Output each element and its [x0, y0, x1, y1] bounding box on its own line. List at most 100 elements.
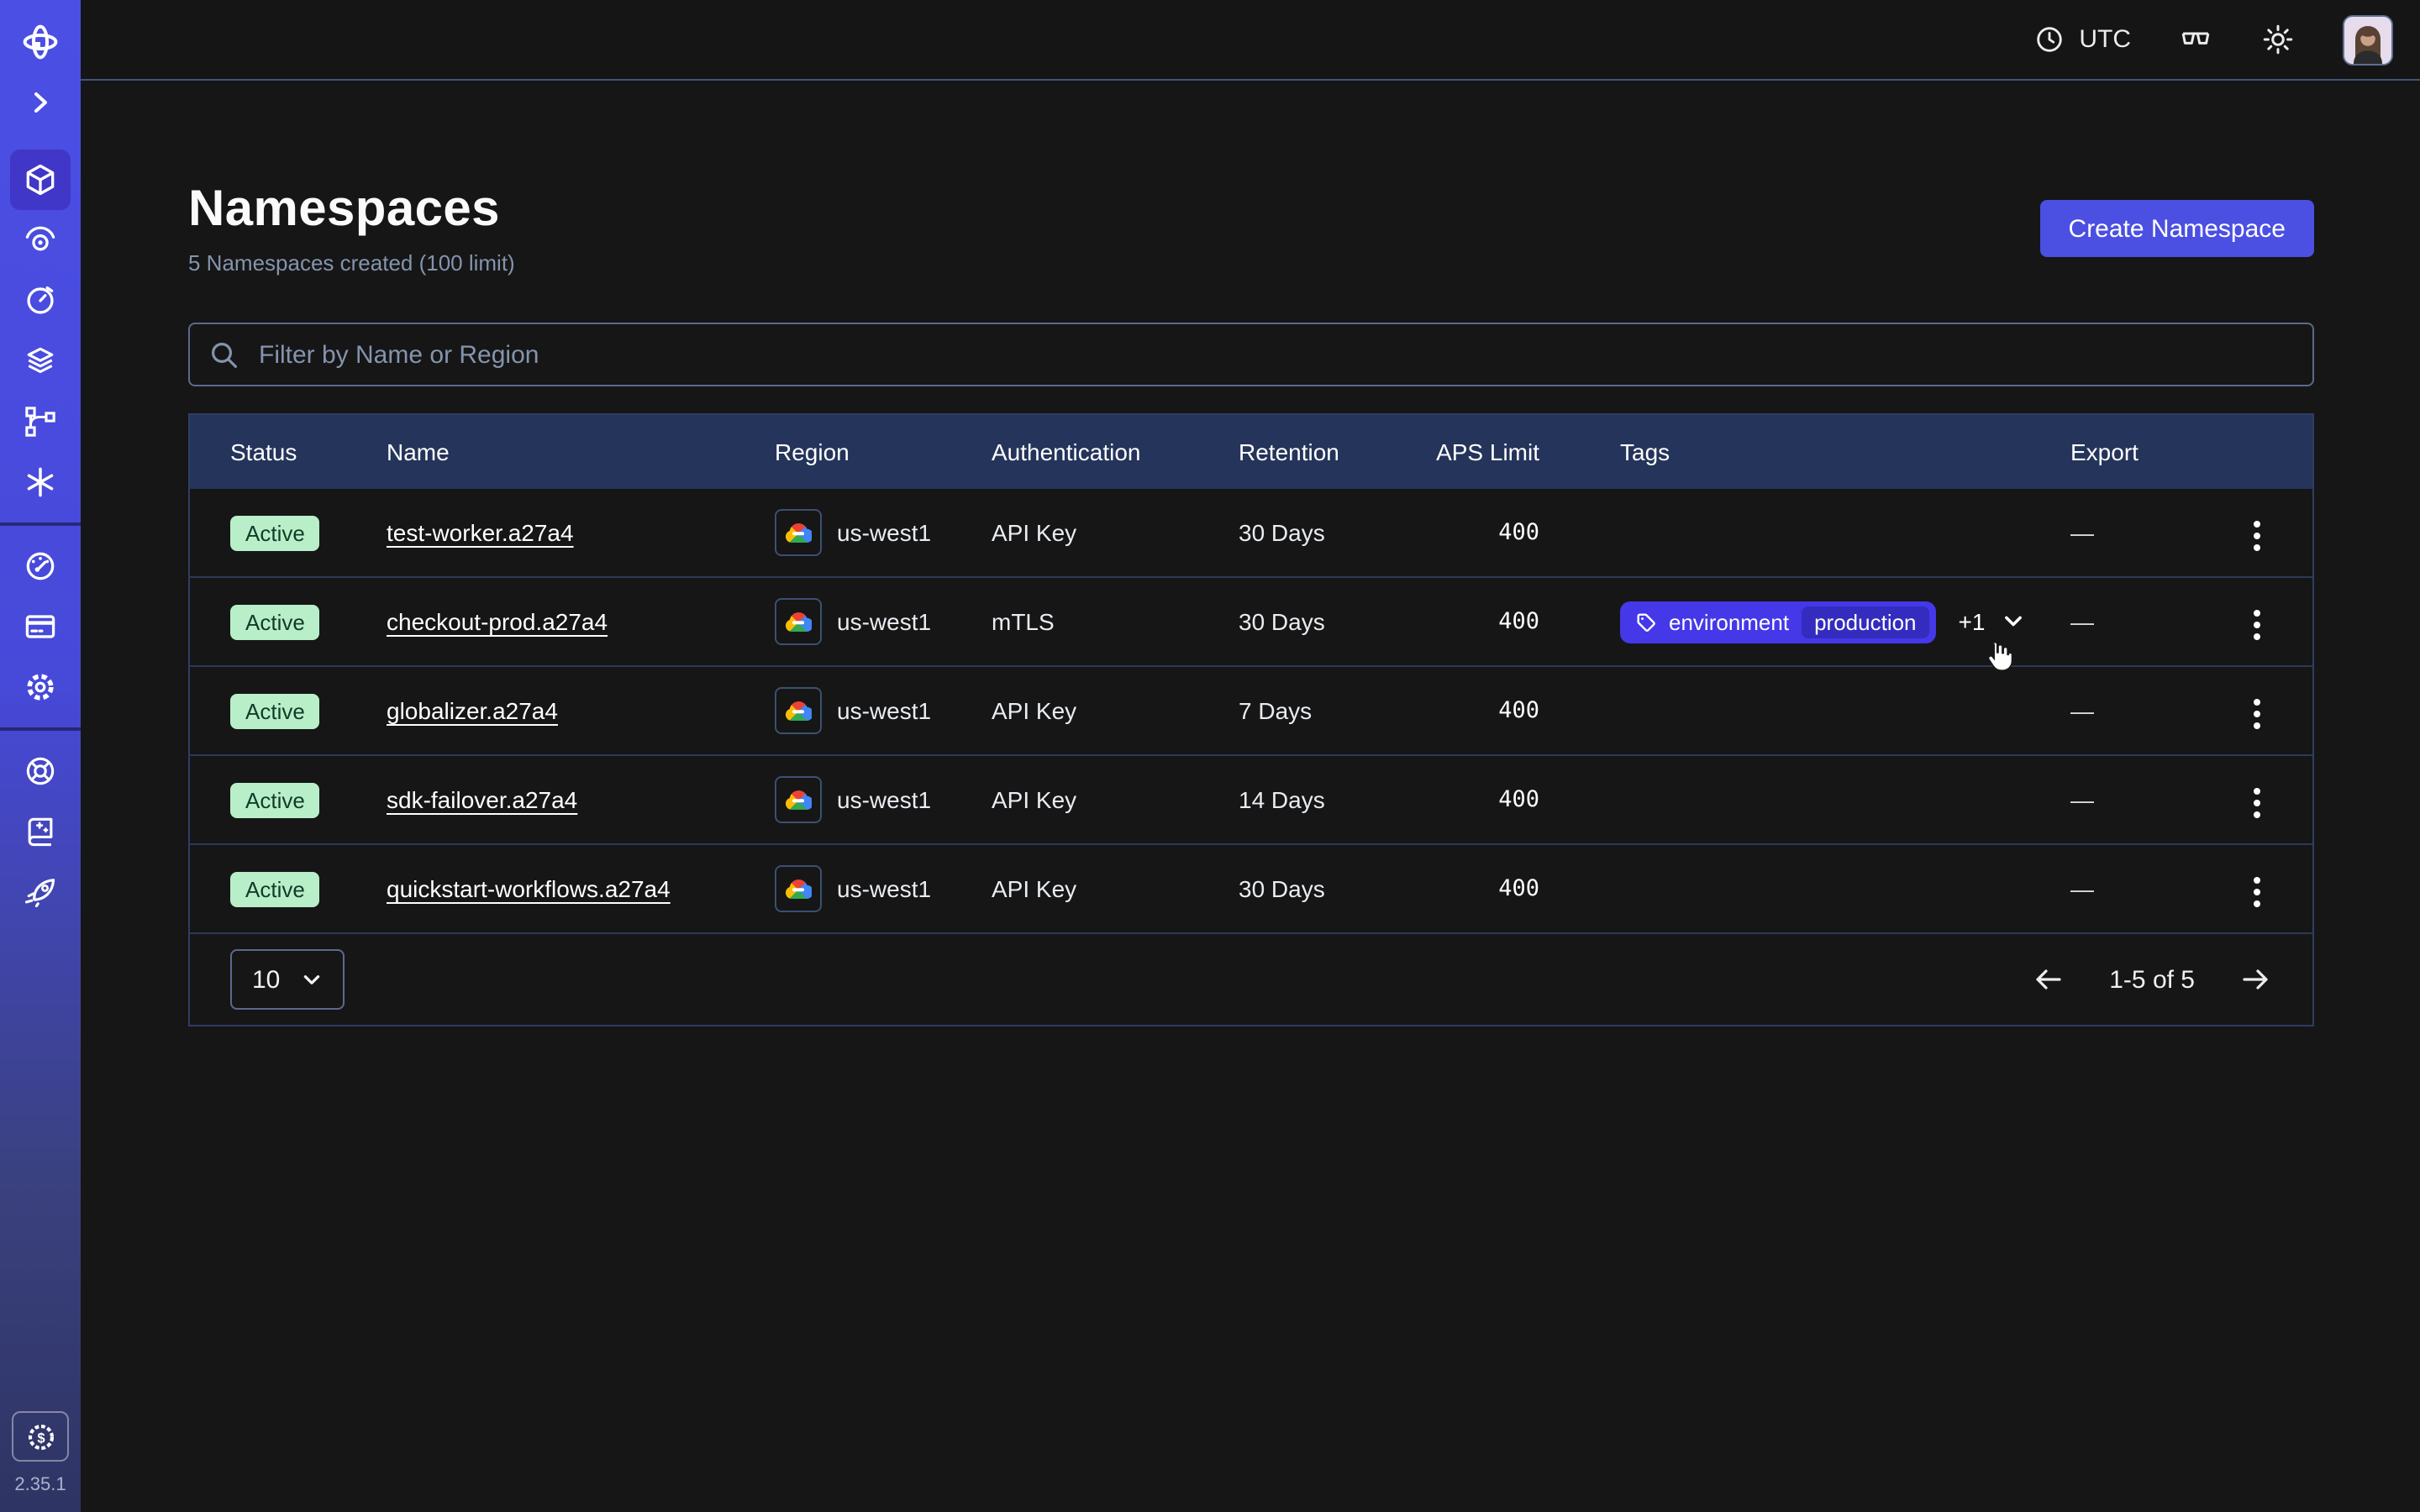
- view-preferences-button[interactable]: [2178, 22, 2213, 57]
- filter-bar: [188, 323, 2314, 386]
- cell-name: quickstart-workflows.a27a4: [387, 875, 775, 902]
- user-avatar[interactable]: [2343, 14, 2393, 65]
- region-label: us-west1: [837, 786, 931, 813]
- column-header-tags: Tags: [1539, 438, 2070, 465]
- main-content: Namespaces 5 Namespaces created (100 lim…: [81, 81, 2420, 1512]
- create-namespace-button[interactable]: Create Namespace: [2040, 200, 2314, 257]
- sidebar-item-usage[interactable]: [10, 536, 71, 596]
- tag-value: production: [1801, 606, 1929, 638]
- page-range-label: 1-5 of 5: [2109, 965, 2195, 994]
- cell-actions: [2242, 506, 2272, 559]
- cell-region: us-west1: [775, 598, 992, 645]
- status-badge: Active: [230, 782, 320, 817]
- cell-export: —: [2070, 519, 2242, 546]
- row-actions-kebab[interactable]: [2242, 601, 2272, 648]
- row-actions-kebab[interactable]: [2242, 780, 2272, 827]
- cell-name: globalizer.a27a4: [387, 697, 775, 724]
- screen: $ 2.35.1 UTC: [0, 0, 2420, 1512]
- rocket-icon: [22, 874, 59, 911]
- sidebar-item-deployments[interactable]: [10, 331, 71, 391]
- gear-icon: [22, 669, 59, 706]
- row-actions-kebab[interactable]: [2242, 869, 2272, 916]
- row-actions-kebab[interactable]: [2242, 690, 2272, 738]
- timezone-selector[interactable]: UTC: [2033, 24, 2131, 55]
- sidebar-item-billing[interactable]: [10, 596, 71, 657]
- tags-expand-button[interactable]: [2002, 610, 2025, 633]
- layers-icon: [22, 343, 59, 380]
- credit-card-icon: [22, 608, 59, 645]
- namespace-link[interactable]: globalizer.a27a4: [387, 697, 558, 724]
- timezone-label: UTC: [2079, 25, 2131, 54]
- credits-button[interactable]: $: [12, 1411, 69, 1462]
- column-header-aps-limit: APS Limit: [1432, 438, 1539, 465]
- sidebar-item-integrations[interactable]: [10, 452, 71, 512]
- tag-icon: [1635, 611, 1657, 633]
- sidebar-item-nexus[interactable]: [10, 391, 71, 452]
- sidebar-item-schedules[interactable]: [10, 270, 71, 331]
- sidebar-item-support[interactable]: [10, 741, 71, 801]
- temporal-logo[interactable]: [10, 12, 71, 72]
- chevron-down-icon: [300, 969, 322, 990]
- cell-status: Active: [230, 782, 387, 817]
- cell-authentication: API Key: [992, 519, 1239, 546]
- filter-input[interactable]: [255, 339, 2292, 370]
- namespace-count-subtitle: 5 Namespaces created (100 limit): [188, 250, 515, 276]
- row-actions-kebab[interactable]: [2242, 512, 2272, 559]
- cell-region: us-west1: [775, 776, 992, 823]
- sidebar-divider: [0, 522, 81, 526]
- cell-aps-limit: 400: [1432, 697, 1539, 724]
- chevron-right-icon: [27, 89, 54, 116]
- gcp-region-icon: [775, 776, 822, 823]
- tag-pill[interactable]: environment production: [1620, 601, 1937, 643]
- cell-authentication: mTLS: [992, 608, 1239, 635]
- branch-icon: [22, 403, 59, 440]
- cell-retention: 30 Days: [1239, 875, 1432, 902]
- sidebar-item-settings[interactable]: [10, 657, 71, 717]
- cell-aps-limit: 400: [1432, 786, 1539, 813]
- sidebar-item-namespaces[interactable]: [10, 150, 71, 210]
- cell-actions: [2242, 684, 2272, 738]
- arrow-left-icon: [2032, 963, 2065, 996]
- pagination-bar: 10 1-5 of 5: [190, 932, 2312, 1025]
- cell-actions: [2242, 595, 2272, 648]
- cell-authentication: API Key: [992, 875, 1239, 902]
- avatar-image: [2344, 16, 2391, 63]
- tag-key: environment: [1669, 609, 1789, 634]
- gauge-icon: [22, 548, 59, 585]
- namespace-link[interactable]: quickstart-workflows.a27a4: [387, 875, 671, 902]
- cell-retention: 7 Days: [1239, 697, 1432, 724]
- asterisk-icon: [22, 464, 59, 501]
- gcp-region-icon: [775, 687, 822, 734]
- theme-toggle-button[interactable]: [2260, 22, 2296, 57]
- sidebar-item-docs[interactable]: [10, 801, 71, 862]
- namespace-link[interactable]: checkout-prod.a27a4: [387, 608, 608, 635]
- namespace-link[interactable]: test-worker.a27a4: [387, 519, 574, 546]
- book-icon: [22, 813, 59, 850]
- column-header-region: Region: [775, 438, 992, 465]
- cell-region: us-west1: [775, 687, 992, 734]
- page-size-select[interactable]: 10: [230, 949, 344, 1010]
- clock-icon: [2033, 24, 2065, 55]
- cell-actions: [2242, 862, 2272, 916]
- previous-page-button[interactable]: [2032, 963, 2065, 996]
- namespace-link[interactable]: sdk-failover.a27a4: [387, 786, 577, 813]
- region-label: us-west1: [837, 697, 931, 724]
- timer-icon: [22, 282, 59, 319]
- cell-retention: 14 Days: [1239, 786, 1432, 813]
- app-version: 2.35.1: [14, 1475, 66, 1495]
- temporal-logo-icon: [20, 22, 60, 62]
- tags-more-count: +1: [1959, 608, 1986, 635]
- sidebar-expand-button[interactable]: [10, 72, 71, 133]
- sidebar: $ 2.35.1: [0, 0, 81, 1512]
- cell-export: —: [2070, 608, 2242, 635]
- table-header-row: StatusNameRegionAuthenticationRetentionA…: [190, 415, 2312, 489]
- next-page-button[interactable]: [2238, 963, 2272, 996]
- sidebar-item-insights[interactable]: [10, 210, 71, 270]
- cell-name: test-worker.a27a4: [387, 519, 775, 546]
- namespaces-table: StatusNameRegionAuthenticationRetentionA…: [188, 413, 2314, 1026]
- cell-export: —: [2070, 875, 2242, 902]
- cell-tags: environment production +1: [1539, 601, 2070, 643]
- sun-icon: [2260, 22, 2296, 57]
- cell-actions: [2242, 773, 2272, 827]
- sidebar-item-getting-started[interactable]: [10, 862, 71, 922]
